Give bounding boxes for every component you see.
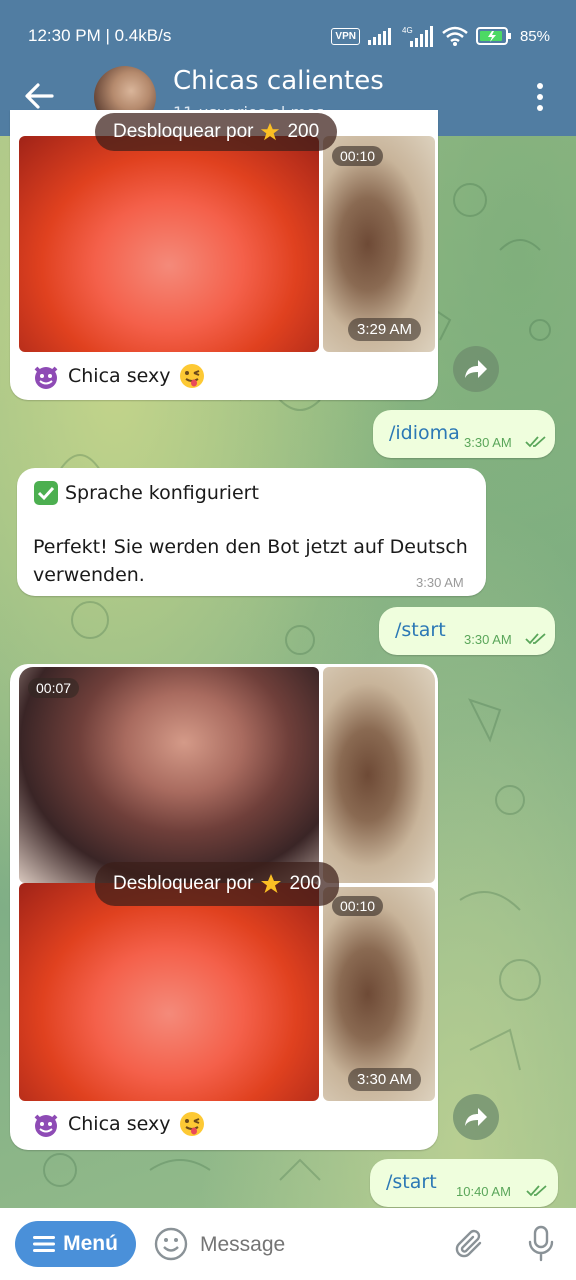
more-vertical-icon[interactable] (528, 80, 552, 114)
message-time: 3:30 AM (464, 435, 512, 450)
chat-title[interactable]: Chicas calientes (173, 66, 384, 96)
message-input[interactable] (198, 1224, 442, 1266)
incoming-message[interactable]: Sprache konfiguriert Perfekt! Sie werden… (17, 468, 486, 596)
video-duration: 00:10 (332, 896, 384, 916)
winking-tongue-emoji (180, 1112, 205, 1136)
battery-icon (475, 27, 511, 45)
forward-button[interactable] (453, 1094, 499, 1140)
outgoing-message[interactable]: /idioma 3:30 AM (373, 410, 555, 458)
blurred-photo[interactable] (19, 136, 319, 352)
back-arrow-icon[interactable] (22, 80, 58, 112)
signal-4g-icon: 4G (402, 26, 433, 47)
blurred-photo[interactable] (19, 883, 319, 1101)
unlock-label: Desbloquear por (113, 873, 254, 894)
media-message[interactable]: 00:07 00:10 3:30 AM Chica sexy (10, 664, 438, 1150)
share-arrow-icon (465, 360, 487, 378)
battery-percent: 85% (519, 27, 550, 45)
paperclip-attach-icon[interactable] (454, 1228, 488, 1262)
message-time: 10:40 AM (456, 1184, 511, 1199)
status-time: 12:30 PM | 0.4kB/s (28, 26, 172, 45)
message-time: 3:30 AM (348, 1068, 422, 1091)
read-checkmarks-icon (525, 436, 546, 448)
bot-command-link[interactable]: /start (395, 619, 446, 641)
message-time: 3:30 AM (464, 632, 512, 647)
message-composer: Menú (0, 1208, 576, 1280)
message-line: Sprache konfiguriert (33, 480, 259, 506)
blurred-video[interactable] (19, 667, 319, 883)
caption-text: Chica sexy (68, 365, 171, 387)
status-bar: 12:30 PM | 0.4kB/s VPN 4G 85% (0, 0, 576, 72)
unlock-label: Desbloquear por (113, 121, 254, 142)
read-checkmarks-icon (525, 633, 546, 645)
winking-tongue-emoji (180, 364, 205, 388)
emoji-icon[interactable] (154, 1227, 188, 1261)
smiling-devil-emoji (34, 366, 58, 389)
video-duration: 00:10 (332, 146, 384, 166)
read-checkmarks-icon (526, 1185, 547, 1197)
message-text: Perfekt! Sie werden den Bot jetzt auf De… (33, 536, 468, 558)
check-mark-button-emoji (34, 481, 58, 505)
blurred-video-thumb[interactable] (323, 667, 435, 883)
message-text: verwenden. (33, 564, 145, 586)
caption-text: Chica sexy (68, 1113, 171, 1135)
vpn-icon: VPN (331, 27, 360, 45)
status-icons: VPN 4G 85% (331, 24, 550, 48)
microphone-icon[interactable] (526, 1225, 556, 1263)
outgoing-message[interactable]: /start 10:40 AM (370, 1159, 558, 1207)
message-time: 3:29 AM (348, 318, 422, 341)
star-icon (261, 122, 280, 141)
signal-icon (367, 28, 391, 45)
menu-label: Menú (63, 1232, 118, 1255)
star-price: 200 (287, 121, 320, 142)
bot-command-link[interactable]: /start (386, 1171, 437, 1193)
bot-menu-button[interactable]: Menú (15, 1221, 136, 1267)
star-price: 200 (289, 873, 322, 894)
star-icon (261, 874, 282, 893)
unlock-paid-media-button[interactable]: Desbloquear por 200 (95, 113, 338, 151)
smiling-devil-emoji (34, 1114, 58, 1137)
outgoing-message[interactable]: /start 3:30 AM (379, 607, 555, 655)
media-caption: Chica sexy (32, 362, 206, 390)
video-duration: 00:07 (28, 678, 80, 698)
media-message[interactable]: 00:10 3:29 AM Chica sexy (10, 110, 438, 400)
forward-button[interactable] (453, 346, 499, 392)
network-label: 4G (402, 26, 413, 35)
share-arrow-icon (465, 1108, 487, 1126)
unlock-paid-media-button[interactable]: Desbloquear por 200 (95, 862, 340, 906)
media-caption: Chica sexy (32, 1110, 206, 1138)
message-time: 3:30 AM (416, 575, 464, 590)
bot-command-link[interactable]: /idioma (389, 422, 460, 444)
wifi-icon (442, 26, 468, 46)
message-text: Sprache konfiguriert (65, 482, 259, 504)
hamburger-icon (33, 1236, 56, 1252)
